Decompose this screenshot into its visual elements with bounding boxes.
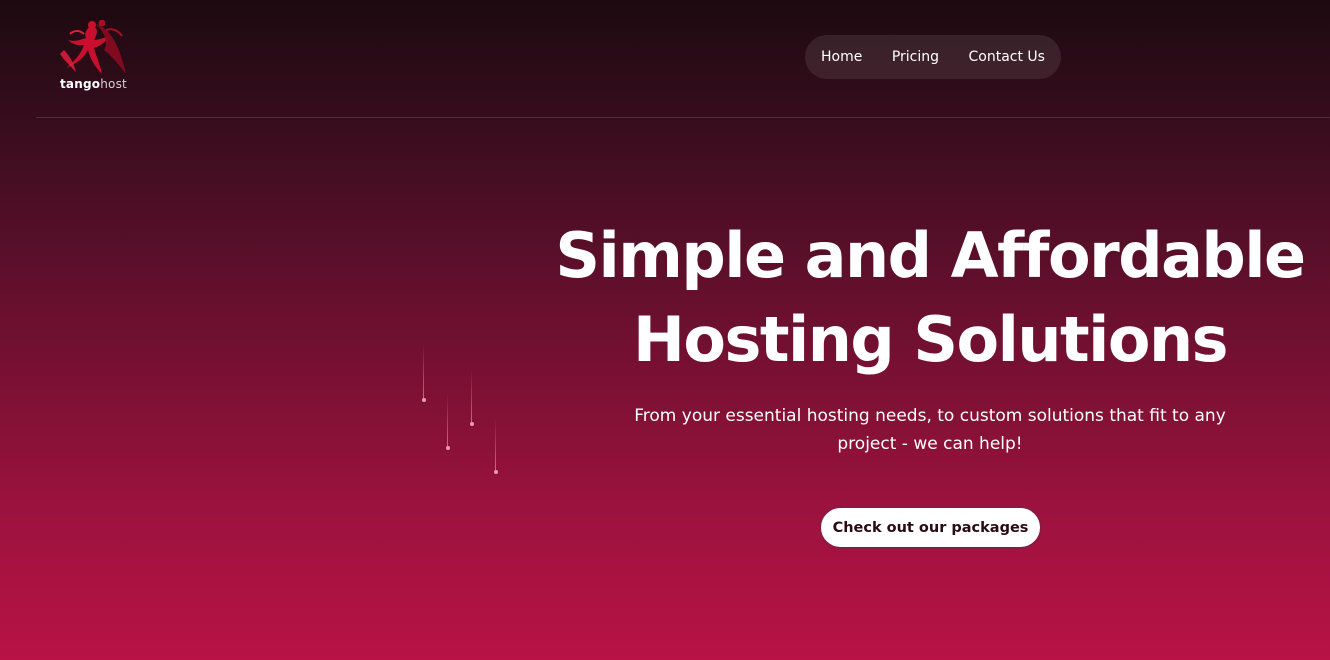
meteor-decoration xyxy=(469,370,474,426)
meteor-decoration xyxy=(493,418,498,474)
dancing-couple-logo-icon xyxy=(60,20,126,74)
meteor-decoration xyxy=(445,393,450,450)
nav-item-home[interactable]: Home xyxy=(821,49,862,65)
header-divider xyxy=(36,117,1330,118)
brand-name-part2: host xyxy=(100,77,127,91)
check-packages-button[interactable]: Check out our packages xyxy=(819,506,1042,549)
hero-title: Simple and Affordable Hosting Solutions xyxy=(530,214,1330,382)
site-header: tangohost Home Pricing Contact Us xyxy=(0,0,1330,117)
hero-subtitle: From your essential hosting needs, to cu… xyxy=(634,406,1226,454)
brand-name-part1: tango xyxy=(60,77,101,91)
brand-logo[interactable]: tangohost xyxy=(56,20,128,94)
nav-item-contact-us[interactable]: Contact Us xyxy=(969,49,1045,65)
main-nav: Home Pricing Contact Us xyxy=(805,35,1061,79)
meteor-decoration xyxy=(421,344,426,402)
hero-title-line1: Simple and Affordable xyxy=(555,219,1306,292)
brand-wordmark: tangohost xyxy=(60,77,127,91)
nav-item-pricing[interactable]: Pricing xyxy=(892,49,939,65)
hero-title-line2: Hosting Solutions xyxy=(632,303,1229,376)
